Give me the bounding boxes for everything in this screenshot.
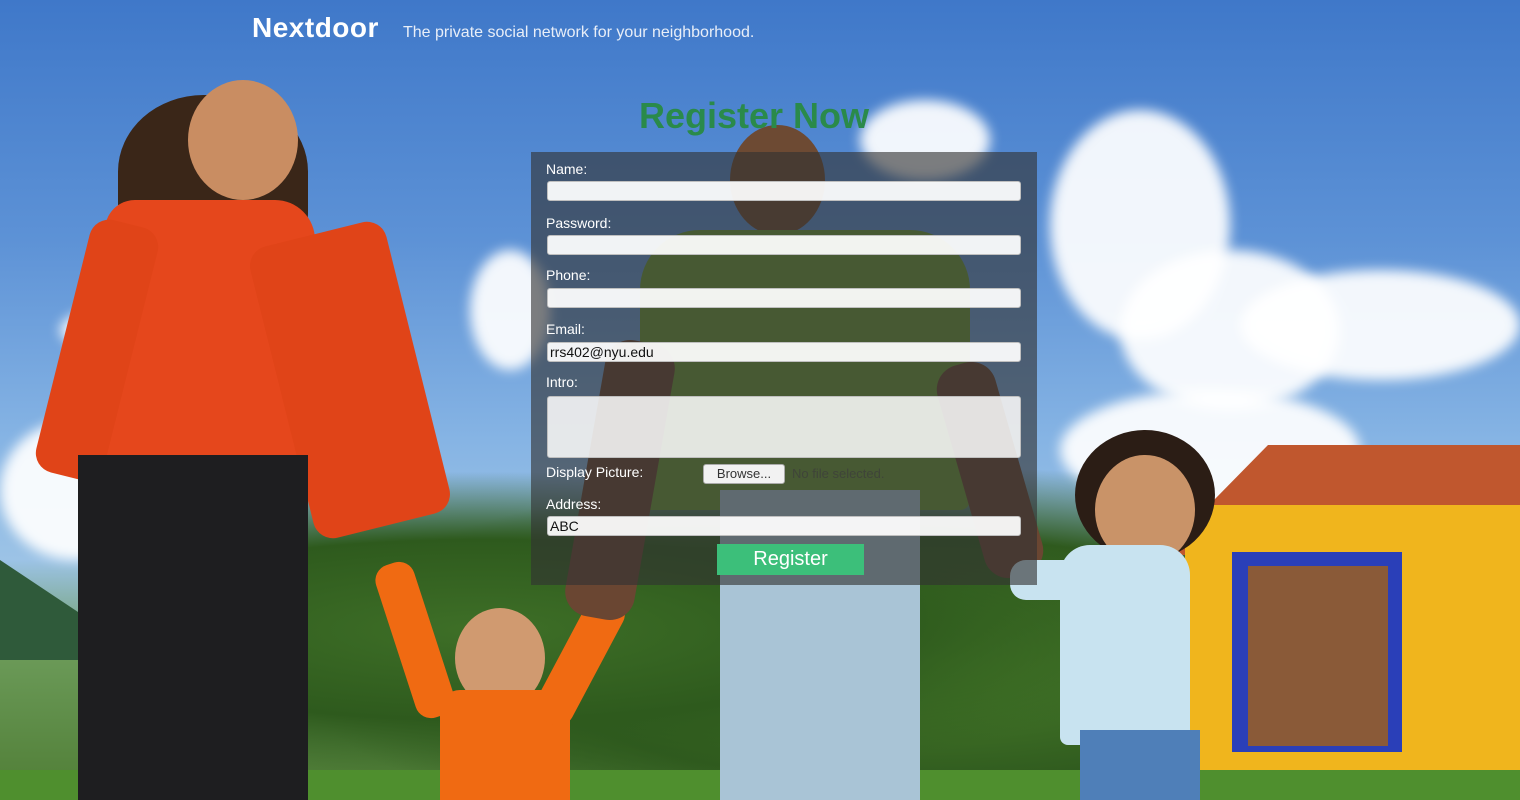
password-input[interactable]: [547, 235, 1021, 255]
email-label: Email:: [546, 321, 585, 337]
name-input[interactable]: [547, 181, 1021, 201]
password-label: Password:: [546, 215, 612, 231]
form-title: Register Now: [638, 95, 870, 136]
name-label: Name:: [546, 161, 588, 177]
email-input[interactable]: [547, 342, 1021, 362]
browse-button[interactable]: Browse...: [703, 464, 785, 484]
tagline: The private social network for your neig…: [403, 24, 755, 41]
phone-input[interactable]: [547, 288, 1021, 308]
intro-textarea[interactable]: [547, 396, 1021, 458]
display-picture-label: Display Picture:: [546, 464, 644, 480]
page: Nextdoor The private social network for …: [0, 0, 1520, 800]
address-label: Address:: [546, 496, 602, 512]
phone-label: Phone:: [546, 267, 591, 283]
intro-label: Intro:: [546, 374, 578, 390]
register-button[interactable]: Register: [717, 544, 864, 575]
address-input[interactable]: [547, 516, 1021, 536]
file-status: No file selected.: [792, 466, 885, 481]
brand-logo[interactable]: Nextdoor: [252, 12, 379, 44]
